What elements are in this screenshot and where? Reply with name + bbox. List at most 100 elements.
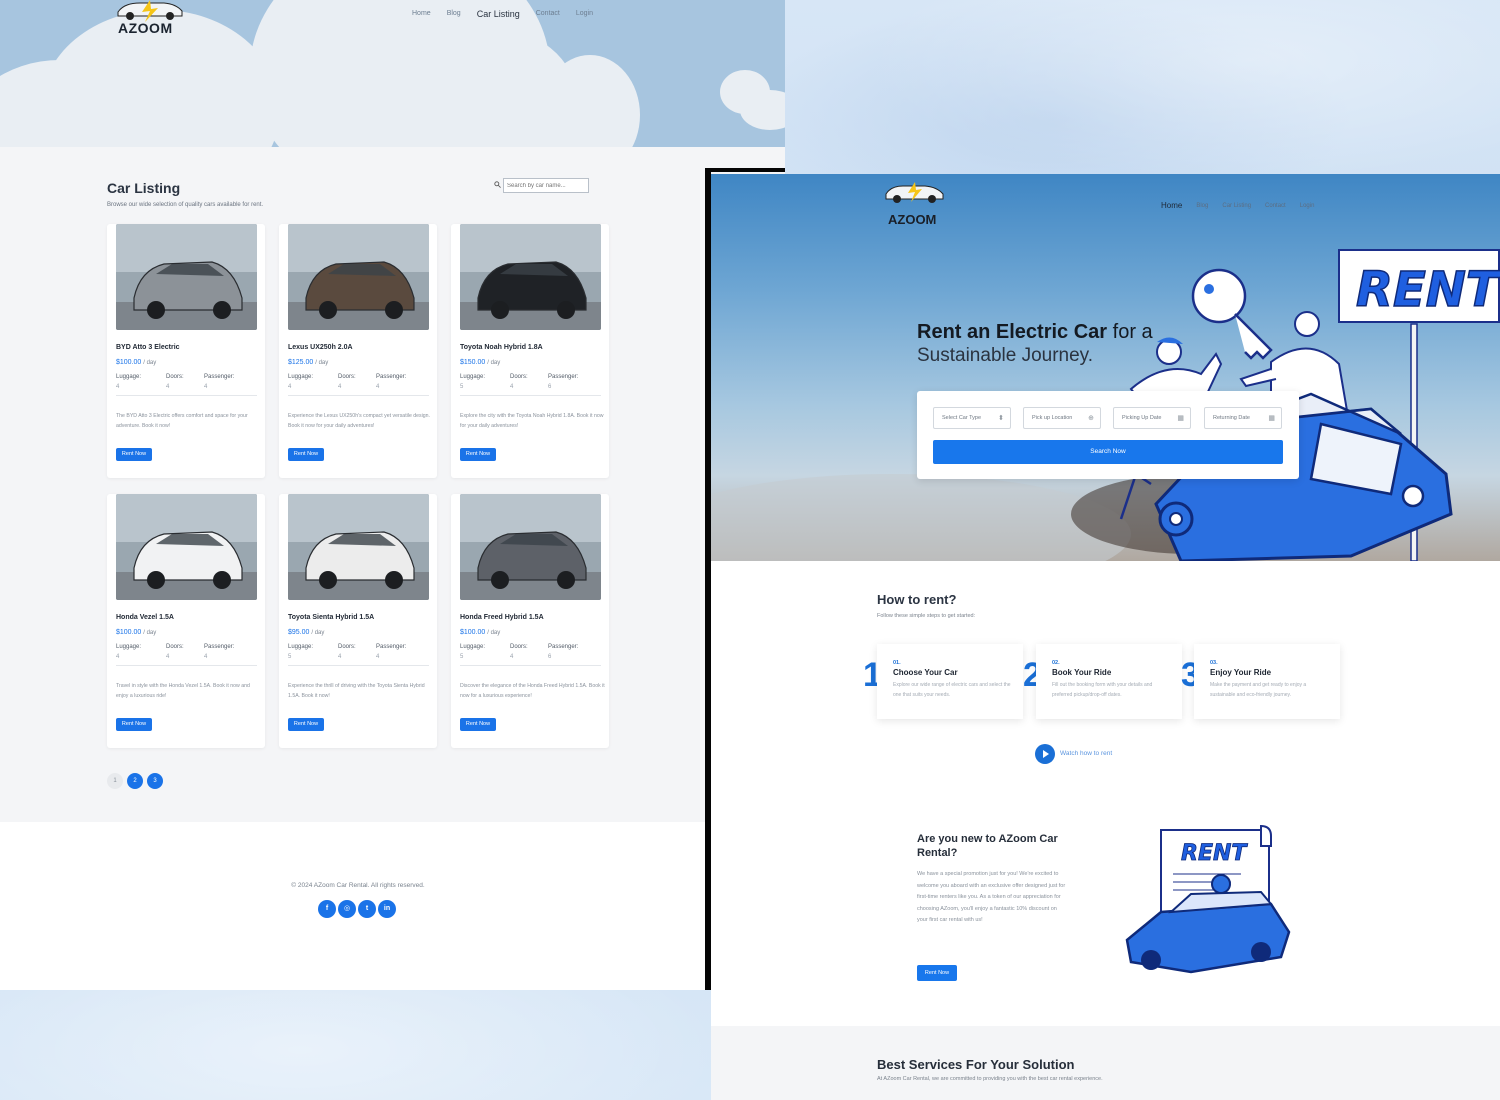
rent-step-card: 03. Enjoy Your Ride Make the payment and… [1194, 644, 1340, 719]
passenger-value: 6 [548, 384, 552, 390]
car-card[interactable]: Honda Freed Hybrid 1.5A $100.00 / day Lu… [451, 494, 609, 748]
doors-value: 4 [166, 654, 170, 660]
instagram-icon[interactable]: ◎ [338, 900, 356, 918]
promo-rent-now-button[interactable]: Rent Now [917, 965, 957, 981]
car-specs: Luggage: Doors: Passenger: 5 4 4 [288, 644, 433, 664]
pickup-date-field[interactable]: Picking Up Date ▦ [1113, 407, 1191, 429]
doors-value: 4 [338, 654, 342, 660]
luggage-label: Luggage: [460, 644, 486, 650]
nav-link-login[interactable]: Login [1300, 201, 1315, 211]
car-listing-page: AZOOM Home Blog Car Listing Contact Logi… [0, 0, 785, 990]
rent-now-button[interactable]: Rent Now [460, 448, 496, 461]
car-photo[interactable] [288, 494, 429, 600]
step-number: 01. [893, 660, 901, 666]
brand-name[interactable]: AZOOM [888, 212, 936, 227]
linkedin-icon[interactable]: in [378, 900, 396, 918]
card-divider [288, 395, 429, 396]
promo-heading: Are you new to AZoom Car Rental? [917, 833, 1058, 859]
services-subtitle: At AZoom Car Rental, we are committed to… [877, 1076, 1103, 1082]
car-description: Experience the thrill of driving with th… [288, 683, 425, 699]
pickup-location-field[interactable]: Pick up Location ⊕ [1023, 407, 1101, 429]
rent-step-card: 02. Book Your Ride Fill out the booking … [1036, 644, 1182, 719]
search-now-button[interactable]: Search Now [933, 440, 1283, 464]
car-price-unit: / day [315, 360, 329, 366]
car-name[interactable]: Lexus UX250h 2.0A [288, 344, 353, 351]
page-button[interactable]: 1 [107, 773, 123, 789]
car-photo[interactable] [460, 224, 601, 330]
nav-link-blog[interactable]: Blog [447, 8, 461, 20]
car-card[interactable]: Toyota Noah Hybrid 1.8A $150.00 / day Lu… [451, 224, 609, 478]
card-divider [460, 395, 601, 396]
doors-value: 4 [510, 384, 514, 390]
card-divider [288, 665, 429, 666]
play-icon[interactable] [1035, 744, 1055, 764]
nav-link-car-listing[interactable]: Car Listing [477, 8, 520, 20]
page-button[interactable]: 3 [147, 773, 163, 789]
car-name[interactable]: Honda Freed Hybrid 1.5A [460, 614, 544, 621]
page-button[interactable]: 2 [127, 773, 143, 789]
rent-now-button[interactable]: Rent Now [288, 718, 324, 731]
car-type-select[interactable]: Select Car Type ⬍ [933, 407, 1011, 429]
nav-link-contact[interactable]: Contact [536, 8, 560, 20]
car-price-value: $100.00 [460, 629, 486, 636]
car-description: Travel in style with the Honda Vezel 1.5… [116, 683, 250, 699]
rent-now-button[interactable]: Rent Now [288, 448, 324, 461]
luggage-label: Luggage: [288, 374, 314, 380]
facebook-icon[interactable]: f [318, 900, 336, 918]
passenger-label: Passenger: [376, 374, 407, 380]
step-number: 03. [1210, 660, 1218, 666]
brand-name[interactable]: AZOOM [118, 20, 173, 36]
search-icon [494, 181, 501, 188]
nav-link-login[interactable]: Login [576, 8, 593, 20]
calendar-icon: ▦ [1268, 415, 1275, 422]
car-name[interactable]: BYD Atto 3 Electric [116, 344, 180, 351]
return-date-field[interactable]: Returning Date ▦ [1204, 407, 1282, 429]
passenger-value: 6 [548, 654, 552, 660]
rent-now-button[interactable]: Rent Now [116, 718, 152, 731]
car-photo[interactable] [460, 494, 601, 600]
rent-step-card: 01. Choose Your Car Explore our wide ran… [877, 644, 1023, 719]
passenger-value: 4 [376, 654, 380, 660]
car-price: $150.00 / day [460, 359, 500, 366]
passenger-value: 4 [204, 654, 208, 660]
car-specs: Luggage: Doors: Passenger: 4 4 4 [288, 374, 433, 394]
passenger-value: 4 [204, 384, 208, 390]
nav-link-home[interactable]: Home [1161, 201, 1182, 211]
rent-now-button[interactable]: Rent Now [460, 718, 496, 731]
car-card[interactable]: Honda Vezel 1.5A $100.00 / day Luggage: … [107, 494, 265, 748]
car-specs: Luggage: Doors: Passenger: 4 4 4 [116, 644, 261, 664]
rent-sign-text: RENT [1356, 262, 1500, 318]
nav-link-car-listing[interactable]: Car Listing [1222, 201, 1251, 211]
home-top-nav: Home Blog Car Listing Contact Login [1161, 201, 1328, 211]
watch-how-to-rent-link[interactable]: Watch how to rent [1060, 750, 1112, 757]
nav-link-home[interactable]: Home [412, 8, 431, 20]
car-price-value: $100.00 [116, 629, 142, 636]
step-description: Explore our wide range of electric cars … [893, 682, 1011, 698]
car-photo[interactable] [116, 224, 257, 330]
car-search-input[interactable] [503, 178, 589, 193]
services-section: Best Services For Your Solution At AZoom… [711, 1026, 1500, 1100]
luggage-value: 4 [116, 384, 120, 390]
rent-now-button[interactable]: Rent Now [116, 448, 152, 461]
nav-link-blog[interactable]: Blog [1196, 201, 1208, 211]
nav-link-contact[interactable]: Contact [1265, 201, 1286, 211]
car-card[interactable]: Toyota Sienta Hybrid 1.5A $95.00 / day L… [279, 494, 437, 748]
car-logo-icon[interactable] [881, 182, 949, 214]
car-name[interactable]: Toyota Sienta Hybrid 1.5A [288, 614, 374, 621]
pagination: 123 [107, 773, 163, 789]
car-card[interactable]: BYD Atto 3 Electric $100.00 / day Luggag… [107, 224, 265, 478]
hero-heading-light: for a [1112, 321, 1153, 343]
twitter-icon[interactable]: t [358, 900, 376, 918]
step-description: Fill out the booking form with your deta… [1052, 682, 1153, 698]
rent-illustration: RENT [711, 249, 1500, 561]
car-card[interactable]: Lexus UX250h 2.0A $125.00 / day Luggage:… [279, 224, 437, 478]
chevron-down-icon: ⬍ [998, 415, 1004, 422]
car-price: $100.00 / day [116, 629, 156, 636]
pickup-date-placeholder: Picking Up Date [1122, 415, 1162, 421]
hero-heading: Rent an Electric Car for a [917, 319, 1153, 345]
car-photo[interactable] [288, 224, 429, 330]
car-name[interactable]: Honda Vezel 1.5A [116, 614, 174, 621]
car-photo[interactable] [116, 494, 257, 600]
page-subtitle: Browse our wide selection of quality car… [107, 202, 264, 208]
car-name[interactable]: Toyota Noah Hybrid 1.8A [460, 344, 543, 351]
